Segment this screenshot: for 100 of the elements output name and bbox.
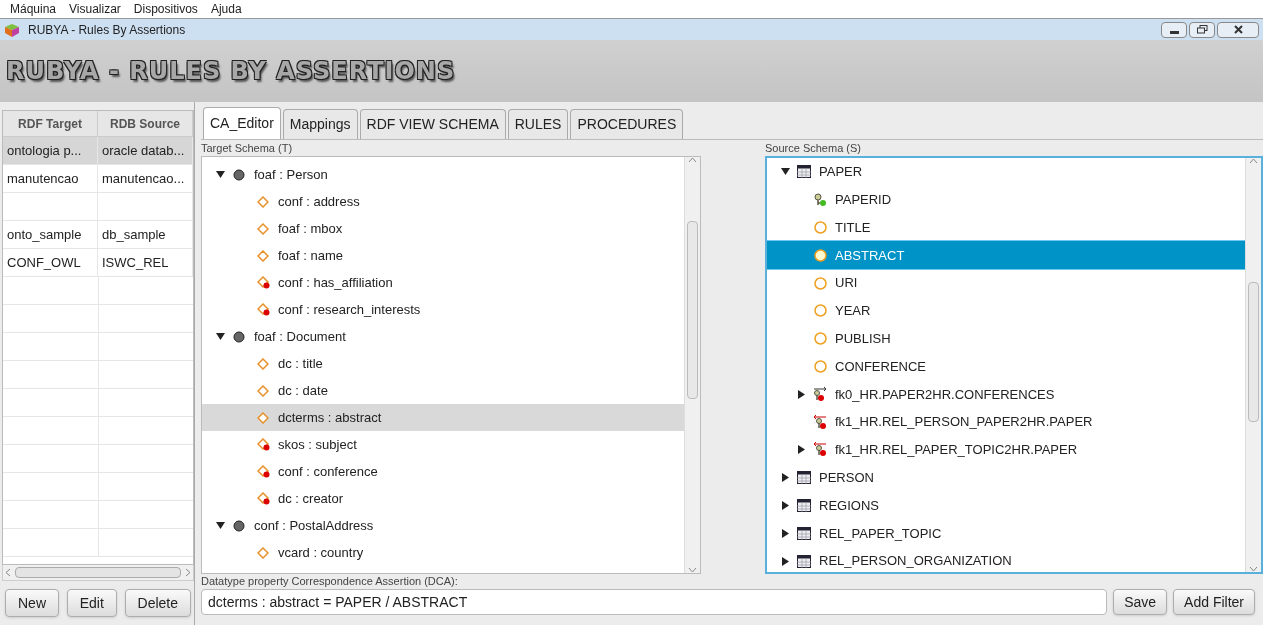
expand-arrow-icon[interactable] [780, 473, 790, 483]
action-button[interactable]: Edit [66, 589, 117, 617]
table-row[interactable]: ontologia p... oracle datab... [3, 137, 193, 165]
tree-label: dc : title [278, 354, 323, 373]
table-row[interactable]: onto_sample db_sample [3, 221, 193, 249]
vertical-scrollbar[interactable] [684, 157, 700, 573]
tree-row[interactable]: dc : date [202, 377, 684, 404]
tree-row[interactable]: PAPER [767, 158, 1245, 186]
expand-arrow-icon[interactable] [780, 528, 790, 538]
collapse-arrow-icon[interactable] [215, 521, 225, 530]
tree-row[interactable]: vcard : country [202, 539, 684, 566]
tree-row[interactable]: conf : PostalAddress [202, 512, 684, 539]
assertion-field[interactable]: dcterms : abstract = PAPER / ABSTRACT [201, 589, 1108, 615]
menu-item[interactable]: Máquina [10, 0, 57, 18]
collapse-arrow-icon[interactable] [215, 332, 225, 341]
scroll-thumb[interactable] [1248, 282, 1259, 422]
tree-label: REL_PAPER_TOPIC [819, 524, 942, 543]
tree-row[interactable]: fk1_HR.REL_PAPER_TOPIC2HR.PAPER [767, 435, 1245, 464]
tree-row[interactable]: ABSTRACT [767, 241, 1245, 270]
tree-label: REGIONS [819, 496, 879, 515]
collapse-arrow-icon[interactable] [780, 167, 790, 177]
scroll-up-icon[interactable] [688, 157, 697, 163]
tree-row[interactable]: conf : has_affiliation [202, 269, 684, 296]
tree-row[interactable]: conf : research_interests [202, 296, 684, 323]
tree-row[interactable]: conf : conference [202, 458, 684, 485]
expand-arrow-icon[interactable] [796, 389, 806, 399]
action-button[interactable]: Add Filter [1173, 589, 1255, 615]
tree-label: TITLE [835, 218, 871, 237]
tree-label: foaf : name [278, 246, 344, 265]
scroll-thumb[interactable] [687, 221, 698, 399]
tree-label: dc : creator [278, 489, 344, 508]
column-header[interactable]: RDF Target [3, 111, 98, 137]
menu-item[interactable]: Ajuda [210, 0, 242, 18]
restore-button[interactable] [1189, 21, 1215, 38]
tab[interactable]: RULES [507, 109, 569, 139]
scroll-up-icon[interactable] [1249, 158, 1258, 164]
tree-row[interactable]: PAPERID [767, 185, 1245, 214]
action-button[interactable]: New [5, 589, 59, 617]
scroll-right-icon[interactable] [185, 568, 191, 577]
table-cell-text: ontologia p... [7, 141, 82, 160]
column-header[interactable]: RDB Source [98, 111, 193, 137]
circle-icon [813, 221, 827, 234]
table-icon [797, 498, 811, 512]
expand-arrow-icon[interactable] [780, 556, 790, 566]
tree-row[interactable]: URI [767, 269, 1245, 297]
diamond-icon [257, 546, 269, 559]
scroll-down-icon[interactable] [688, 567, 697, 573]
tree-row[interactable]: fk1_HR.REL_PERSON_PAPER2HR.PAPER [767, 408, 1245, 436]
expand-arrow-icon[interactable] [796, 445, 806, 455]
tab[interactable]: PROCEDURES [570, 109, 684, 139]
table-icon [797, 526, 811, 540]
tab[interactable]: Mappings [282, 109, 358, 139]
tree-row[interactable]: foaf : Person [202, 161, 684, 188]
tree-row[interactable]: TITLE [767, 213, 1245, 242]
tree-label: dcterms : abstract [278, 408, 382, 427]
diamond-icon [257, 357, 269, 370]
field-label: Datatype property Correspondence Assertion (DCA): [201, 574, 459, 589]
tree-row[interactable]: foaf : name [202, 242, 684, 269]
table-icon [797, 554, 811, 568]
tree-row[interactable]: PERSON [767, 463, 1245, 492]
table-row[interactable]: CONF_OWL ISWC_REL [3, 249, 193, 277]
collapse-arrow-icon[interactable] [215, 170, 225, 179]
circle-icon [233, 168, 245, 181]
diamond-icon [257, 249, 269, 262]
action-button[interactable]: Delete [124, 589, 191, 617]
tree-row[interactable]: conf : address [202, 188, 684, 215]
table-cell-text: manutencao... [102, 169, 185, 188]
tree-row[interactable]: fk0_HR.PAPER2HR.CONFERENCES [767, 380, 1245, 409]
expand-arrow-icon[interactable] [780, 500, 790, 510]
tab[interactable]: CA_Editor [203, 107, 281, 139]
tree-row[interactable]: YEAR [767, 297, 1245, 325]
tree-row[interactable]: PUBLISH [767, 324, 1245, 353]
tree-row[interactable]: dcterms : abstract [202, 404, 684, 431]
tree-row[interactable]: skos : subject [202, 431, 684, 458]
circle-icon [813, 276, 827, 290]
table-icon [797, 165, 811, 179]
tree-row[interactable]: REL_PAPER_TOPIC [767, 519, 1245, 548]
close-button[interactable] [1217, 21, 1259, 38]
scroll-down-icon[interactable] [1249, 566, 1258, 572]
action-button[interactable]: Save [1113, 589, 1168, 615]
tree-row[interactable]: REL_PERSON_ORGANIZATION [767, 547, 1245, 572]
vertical-scrollbar[interactable] [1245, 158, 1261, 572]
tree-label: PERSON [819, 468, 874, 487]
scroll-left-icon[interactable] [5, 568, 11, 577]
tree-row[interactable]: CONFERENCE [767, 352, 1245, 381]
tree-row[interactable]: dc : creator [202, 485, 684, 512]
tree-label: skos : subject [278, 435, 357, 454]
menu-item[interactable]: Dispositivos [133, 0, 198, 18]
tree-label: REL_PERSON_ORGANIZATION [819, 552, 1012, 571]
minimize-button[interactable] [1161, 21, 1187, 38]
tab[interactable]: RDF VIEW SCHEMA [359, 109, 506, 139]
tree-row[interactable]: foaf : mbox [202, 215, 684, 242]
tree-row[interactable]: foaf : Document [202, 323, 684, 350]
table-row[interactable]: manutencao manutencao... [3, 165, 193, 193]
minimize-icon [1169, 30, 1179, 34]
menu-item[interactable]: Visualizar [69, 0, 121, 18]
horizontal-scrollbar[interactable] [2, 565, 194, 581]
panel-label: Target Schema (T) [201, 141, 294, 156]
tree-row[interactable]: REGIONS [767, 491, 1245, 520]
tree-row[interactable]: dc : title [202, 350, 684, 377]
